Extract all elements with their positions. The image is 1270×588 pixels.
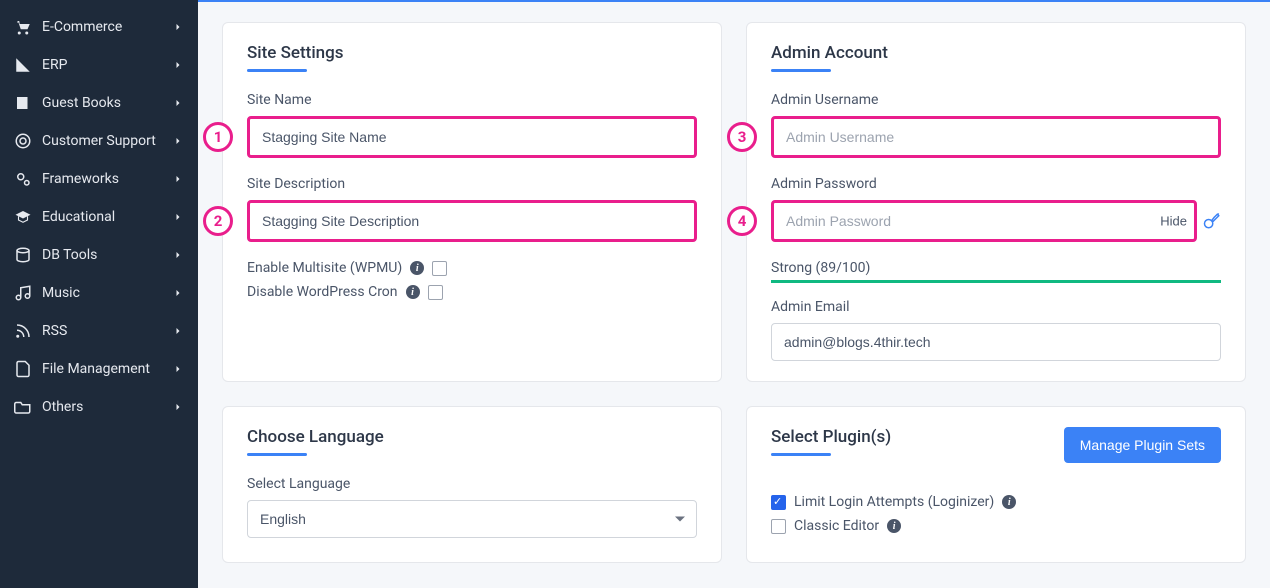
title-underline <box>771 453 831 456</box>
admin-password-input[interactable] <box>771 200 1197 242</box>
sidebar-item-label: Customer Support <box>42 133 172 149</box>
plugin-classic-editor-checkbox[interactable] <box>771 519 786 534</box>
plugin-label: Classic Editor <box>794 518 879 534</box>
chevron-right-icon <box>172 287 184 299</box>
sidebar-item-label: Others <box>42 399 172 415</box>
sidebar-item-label: E-Commerce <box>42 19 172 35</box>
language-label: Select Language <box>247 476 697 492</box>
annotation-4: 4 <box>727 206 757 236</box>
language-select[interactable]: English <box>247 500 697 538</box>
admin-account-title: Admin Account <box>771 43 1221 63</box>
chevron-right-icon <box>172 135 184 147</box>
sidebar-item-label: Frameworks <box>42 171 172 187</box>
folder-icon <box>14 398 32 416</box>
sidebar-item-label: Guest Books <box>42 95 172 111</box>
plugins-card: Select Plugin(s) Manage Plugin Sets Limi… <box>746 406 1246 563</box>
key-icon[interactable] <box>1203 212 1221 230</box>
lifebuoy-icon <box>14 132 32 150</box>
site-settings-title: Site Settings <box>247 43 697 63</box>
sidebar-item-label: DB Tools <box>42 247 172 263</box>
graduation-icon <box>14 208 32 226</box>
manage-plugin-sets-button[interactable]: Manage Plugin Sets <box>1064 427 1221 463</box>
cron-checkbox[interactable] <box>428 285 443 300</box>
annotation-1: 1 <box>203 122 233 152</box>
site-settings-card: Site Settings Site Name 1 Site Descripti… <box>222 22 722 382</box>
chevron-right-icon <box>172 97 184 109</box>
admin-username-label: Admin Username <box>771 92 1221 108</box>
book-icon <box>14 94 32 112</box>
admin-username-input[interactable] <box>771 116 1221 158</box>
sidebar-item-label: File Management <box>42 361 172 377</box>
language-title: Choose Language <box>247 427 697 447</box>
title-underline <box>771 69 831 72</box>
site-name-input[interactable] <box>247 116 697 158</box>
sidebar-item-music[interactable]: Music <box>0 274 198 312</box>
admin-password-label: Admin Password <box>771 176 1221 192</box>
annotation-2: 2 <box>203 206 233 236</box>
annotation-3: 3 <box>727 122 757 152</box>
cart-icon <box>14 18 32 36</box>
sidebar-item-others[interactable]: Others <box>0 388 198 426</box>
cron-label: Disable WordPress Cron <box>247 284 398 300</box>
sidebar-item-educational[interactable]: Educational <box>0 198 198 236</box>
password-strength: Strong (89/100) <box>771 260 1221 276</box>
plugin-loginizer-checkbox[interactable] <box>771 495 786 510</box>
title-underline <box>247 453 307 456</box>
admin-email-input[interactable] <box>771 323 1221 361</box>
plugin-label: Limit Login Attempts (Loginizer) <box>794 494 994 510</box>
sidebar-item-label: RSS <box>42 323 172 339</box>
site-desc-input[interactable] <box>247 200 697 242</box>
sidebar: E-Commerce ERP Guest Books Customer Supp… <box>0 0 198 588</box>
sidebar-item-dbtools[interactable]: DB Tools <box>0 236 198 274</box>
plugins-title: Select Plugin(s) <box>771 427 891 447</box>
rss-icon <box>14 322 32 340</box>
info-icon[interactable]: i <box>406 285 420 299</box>
chevron-right-icon <box>172 363 184 375</box>
password-strength-bar <box>771 280 1221 283</box>
chevron-right-icon <box>172 325 184 337</box>
multisite-checkbox[interactable] <box>432 261 447 276</box>
sidebar-item-label: Educational <box>42 209 172 225</box>
chevron-right-icon <box>172 21 184 33</box>
sidebar-item-label: Music <box>42 285 172 301</box>
database-icon <box>14 246 32 264</box>
sidebar-item-frameworks[interactable]: Frameworks <box>0 160 198 198</box>
main-content: Site Settings Site Name 1 Site Descripti… <box>198 0 1270 588</box>
sidebar-item-guestbooks[interactable]: Guest Books <box>0 84 198 122</box>
hide-password-button[interactable]: Hide <box>1160 214 1187 229</box>
sidebar-item-label: ERP <box>42 57 172 73</box>
sidebar-item-support[interactable]: Customer Support <box>0 122 198 160</box>
sidebar-item-filemanagement[interactable]: File Management <box>0 350 198 388</box>
site-desc-label: Site Description <box>247 176 697 192</box>
info-icon[interactable]: i <box>410 261 424 275</box>
multisite-label: Enable Multisite (WPMU) <box>247 260 402 276</box>
title-underline <box>247 69 307 72</box>
sidebar-item-ecommerce[interactable]: E-Commerce <box>0 8 198 46</box>
sidebar-item-rss[interactable]: RSS <box>0 312 198 350</box>
chevron-right-icon <box>172 401 184 413</box>
file-icon <box>14 360 32 378</box>
chart-icon <box>14 56 32 74</box>
site-name-label: Site Name <box>247 92 697 108</box>
admin-email-label: Admin Email <box>771 299 1221 315</box>
info-icon[interactable]: i <box>1002 495 1016 509</box>
chevron-right-icon <box>172 249 184 261</box>
chevron-right-icon <box>172 59 184 71</box>
info-icon[interactable]: i <box>887 519 901 533</box>
chevron-right-icon <box>172 173 184 185</box>
sidebar-item-erp[interactable]: ERP <box>0 46 198 84</box>
gears-icon <box>14 170 32 188</box>
music-icon <box>14 284 32 302</box>
chevron-right-icon <box>172 211 184 223</box>
language-card: Choose Language Select Language English <box>222 406 722 563</box>
admin-account-card: Admin Account Admin Username 3 Admin Pas… <box>746 22 1246 382</box>
